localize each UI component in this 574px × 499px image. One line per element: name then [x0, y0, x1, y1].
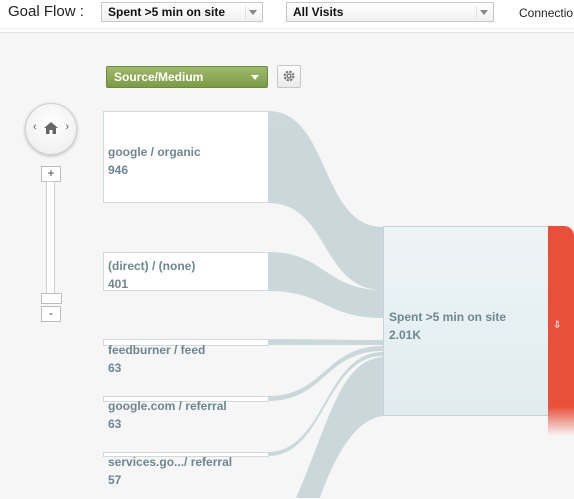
- goal-node[interactable]: Spent >5 min on site 2.01K: [383, 226, 549, 416]
- chevron-down-icon: [251, 75, 259, 80]
- dimension-select[interactable]: Source/Medium: [106, 66, 268, 88]
- source-node-count: 63: [108, 417, 122, 431]
- goal-exit-bar[interactable]: ⇩: [548, 226, 574, 436]
- goal-node-label: Spent >5 min on site: [389, 310, 507, 324]
- source-node-count: 63: [108, 361, 122, 375]
- zoom-out-button[interactable]: -: [41, 306, 61, 322]
- source-node-label: feedburner / feed: [108, 343, 206, 357]
- source-node-label: google.com / referral: [108, 399, 227, 413]
- source-node-label: services.go.../ referral: [108, 455, 233, 469]
- zoom-slider-handle[interactable]: [41, 293, 62, 304]
- down-arrow-icon: ⇩: [553, 320, 562, 331]
- home-icon[interactable]: [43, 121, 59, 135]
- flow-other-sources: [296, 357, 383, 498]
- source-node-label: (direct) / (none): [108, 259, 196, 273]
- source-node-label: google / organic: [108, 145, 201, 159]
- source-node-count: 401: [108, 277, 129, 291]
- goal-node-count: 2.01K: [389, 328, 422, 342]
- source-node-count: 946: [108, 163, 129, 177]
- zoom-slider-track[interactable]: [46, 181, 55, 295]
- source-node-count: 57: [108, 473, 122, 487]
- settings-button[interactable]: [277, 65, 301, 88]
- flow-feedburner-feed: [268, 339, 383, 345]
- pan-left-icon[interactable]: ‹: [33, 121, 37, 133]
- pan-control[interactable]: ‹ ›: [25, 103, 77, 155]
- dimension-select-value: Source/Medium: [114, 70, 204, 84]
- pan-right-icon[interactable]: ›: [65, 121, 69, 133]
- zoom-in-button[interactable]: +: [41, 166, 61, 182]
- gear-icon: [283, 70, 295, 82]
